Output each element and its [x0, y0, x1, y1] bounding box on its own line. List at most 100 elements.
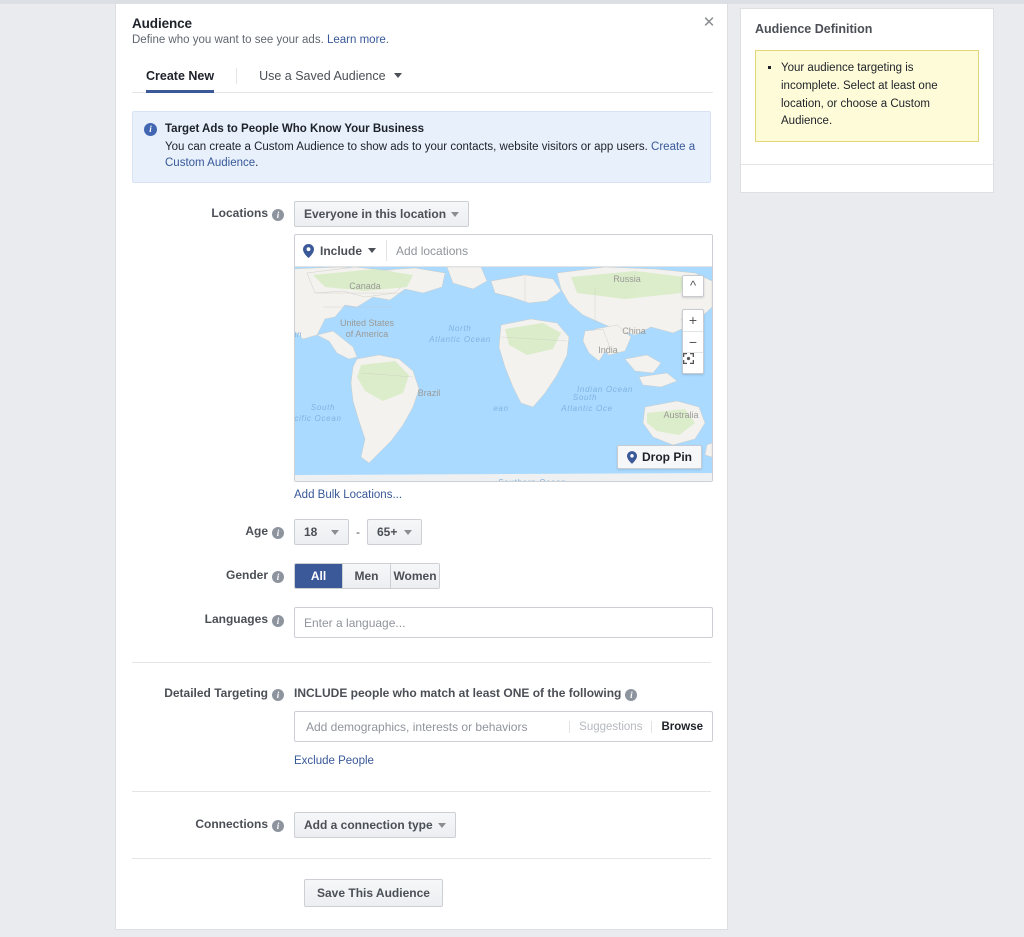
detailed-targeting-input-wrap: Suggestions Browse — [294, 711, 713, 743]
gender-option-women[interactable]: Women — [391, 564, 439, 589]
info-icon-age[interactable]: i — [272, 527, 284, 540]
gender-label: Gender i — [132, 563, 294, 584]
languages-field — [294, 607, 713, 639]
languages-label: Languages i — [132, 607, 294, 628]
locations-row: Locations i Everyone in this location In… — [132, 201, 713, 501]
chevron-down-icon — [394, 73, 403, 78]
languages-row: Languages i — [132, 607, 713, 639]
connections-label: Connections i — [132, 812, 294, 833]
save-audience-wrap: Save This Audience — [294, 879, 711, 908]
age-min-value: 18 — [304, 525, 318, 540]
detailed-targeting-heading-text: INCLUDE people who match at least ONE of… — [294, 686, 622, 701]
divider-connections-top — [132, 791, 711, 793]
banner-period: . — [255, 157, 259, 170]
detailed-targeting-input[interactable] — [304, 718, 570, 735]
sidebar-title: Audience Definition — [755, 22, 873, 36]
chevron-down-icon — [404, 529, 412, 535]
include-dropdown-label[interactable]: Include — [320, 244, 362, 258]
sidebar-footer — [741, 164, 993, 192]
fullscreen-icon[interactable] — [683, 352, 703, 373]
add-locations-input[interactable] — [396, 243, 704, 258]
divider-connections-bottom — [132, 858, 711, 860]
drop-pin-button[interactable]: Drop Pin — [617, 445, 702, 470]
connections-row: Connections i Add a connection type — [132, 812, 711, 839]
custom-audience-banner: i Target Ads to People Who Know Your Bus… — [132, 111, 711, 184]
age-max-value: 65+ — [377, 525, 398, 540]
chevron-down-icon — [451, 211, 460, 217]
audience-form: Locations i Everyone in this location In… — [116, 201, 727, 908]
page-root: ✕ Audience Define who you want to see yo… — [0, 0, 1024, 937]
panel-subtitle-text: Define who you want to see your ads. — [132, 34, 324, 46]
age-label-text: Age — [245, 524, 268, 539]
audience-panel: ✕ Audience Define who you want to see yo… — [115, 4, 728, 930]
audience-tabs: Create New Use a Saved Audience — [132, 63, 713, 93]
audience-warning-box: Your audience targeting is incomplete. S… — [755, 50, 979, 143]
gender-field: All Men Women — [294, 563, 711, 590]
info-icon-detailed-targeting[interactable]: i — [272, 689, 284, 702]
save-audience-button[interactable]: Save This Audience — [304, 879, 443, 908]
info-icon-include-rule[interactable]: i — [625, 689, 638, 702]
subtitle-period: . — [385, 34, 389, 46]
location-scope-label: Everyone in this location — [304, 207, 447, 222]
warning-list: Your audience targeting is incomplete. S… — [766, 60, 968, 131]
locations-label: Locations i — [132, 201, 294, 222]
panel-header: Audience Define who you want to see your… — [116, 4, 727, 46]
suggestions-button[interactable]: Suggestions — [569, 720, 651, 733]
map-pin-icon — [303, 243, 314, 258]
info-icon-locations[interactable]: i — [272, 209, 284, 222]
location-scope-dropdown[interactable]: Everyone in this location — [294, 201, 470, 228]
locations-label-text: Locations — [211, 206, 268, 221]
gender-label-text: Gender — [225, 568, 268, 583]
gender-option-men[interactable]: Men — [343, 564, 391, 589]
minus-icon[interactable]: − — [683, 331, 703, 352]
sidebar-header: Audience Definition — [741, 9, 993, 36]
add-bulk-locations-link[interactable]: Add Bulk Locations... — [294, 489, 402, 501]
age-field: 18 - 65+ — [294, 519, 711, 546]
detailed-targeting-field: INCLUDE people who match at least ONE of… — [294, 681, 713, 767]
chevron-down-icon[interactable] — [368, 248, 377, 254]
age-row: Age i 18 - 65+ — [132, 519, 711, 546]
page-title: Audience — [132, 16, 192, 31]
age-max-dropdown[interactable]: 65+ — [367, 519, 422, 546]
chevron-down-icon — [437, 822, 446, 828]
audience-definition-panel: Audience Definition Your audience target… — [740, 8, 994, 194]
tab-create-new-label: Create New — [146, 69, 215, 83]
info-icon-connections[interactable]: i — [272, 820, 284, 833]
banner-text: You can create a Custom Audience to show… — [165, 140, 648, 153]
plus-icon[interactable]: + — [683, 310, 703, 331]
tab-divider — [236, 68, 238, 84]
browse-button[interactable]: Browse — [651, 720, 703, 733]
info-icon-gender[interactable]: i — [272, 571, 284, 584]
map-pin-icon — [627, 450, 637, 464]
gender-row: Gender i All Men Women — [132, 563, 711, 590]
detailed-targeting-heading: INCLUDE people who match at least ONE of… — [294, 681, 711, 702]
map-zoom-controls: + − — [682, 309, 704, 375]
locations-field: Everyone in this location Include Add lo… — [294, 201, 713, 501]
connection-type-dropdown[interactable]: Add a connection type — [294, 812, 456, 839]
exclude-people-link[interactable]: Exclude People — [294, 755, 374, 767]
age-separator: - — [356, 525, 360, 540]
locations-map[interactable]: Canada United States of America Brazil Russi… — [295, 266, 712, 482]
age-min-dropdown[interactable]: 18 — [294, 519, 349, 546]
banner-body: Target Ads to People Who Know Your Busin… — [165, 121, 699, 172]
tab-create-new[interactable]: Create New — [132, 63, 228, 93]
chevron-down-icon — [331, 529, 339, 535]
gender-segmented-control: All Men Women — [294, 563, 440, 590]
age-label: Age i — [132, 519, 294, 540]
connection-type-label: Add a connection type — [304, 818, 433, 833]
input-divider — [386, 240, 388, 262]
tab-use-saved-audience-label: Use a Saved Audience — [259, 69, 386, 83]
drop-pin-label: Drop Pin — [642, 450, 692, 465]
connections-label-text: Connections — [195, 817, 268, 832]
learn-more-link[interactable]: Learn more — [327, 34, 386, 46]
detailed-targeting-row: Detailed Targeting i INCLUDE people who m… — [132, 681, 713, 767]
gender-option-all[interactable]: All — [295, 564, 343, 589]
info-icon-languages[interactable]: i — [272, 615, 284, 628]
tab-use-saved-audience[interactable]: Use a Saved Audience — [245, 63, 416, 92]
close-icon[interactable]: ✕ — [698, 12, 720, 34]
languages-input[interactable] — [294, 607, 713, 639]
info-icon: i — [144, 123, 157, 136]
languages-label-text: Languages — [204, 612, 268, 627]
banner-title: Target Ads to People Who Know Your Busin… — [165, 123, 424, 135]
chevron-up-icon[interactable]: ^ — [682, 275, 704, 298]
